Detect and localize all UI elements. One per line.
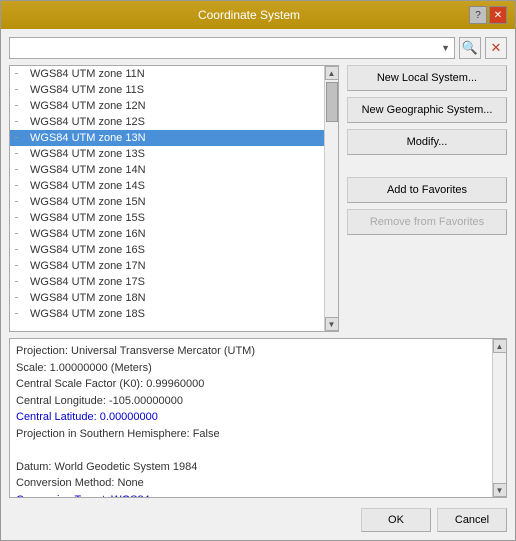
scroll-up-button[interactable]: ▲	[325, 66, 339, 80]
cancel-button[interactable]: Cancel	[437, 508, 507, 532]
info-scroll-down-button[interactable]: ▼	[493, 483, 507, 497]
list-panel: WGS84 UTM zone 11NWGS84 UTM zone 11SWGS8…	[9, 65, 339, 332]
list-item[interactable]: WGS84 UTM zone 14N	[10, 162, 324, 178]
dialog-title: Coordinate System	[29, 8, 469, 22]
list-item[interactable]: WGS84 UTM zone 11N	[10, 66, 324, 82]
list-item[interactable]: WGS84 UTM zone 14S	[10, 178, 324, 194]
search-button[interactable]: 🔍	[459, 37, 481, 59]
main-row: WGS84 UTM zone 11NWGS84 UTM zone 11SWGS8…	[9, 65, 507, 332]
info-scrollbar[interactable]: ▲ ▼	[492, 339, 506, 497]
new-local-button[interactable]: New Local System...	[347, 65, 507, 91]
footer-buttons: OK Cancel	[9, 504, 507, 532]
button-spacer	[347, 161, 507, 171]
info-line: Conversion Target: WGS84	[16, 492, 486, 498]
add-favorites-button[interactable]: Add to Favorites	[347, 177, 507, 203]
remove-favorites-button[interactable]: Remove from Favorites	[347, 209, 507, 235]
list-item[interactable]: WGS84 UTM zone 18S	[10, 306, 324, 322]
list-item[interactable]: WGS84 UTM zone 11S	[10, 82, 324, 98]
list-item[interactable]: WGS84 UTM zone 16S	[10, 242, 324, 258]
new-geographic-button[interactable]: New Geographic System...	[347, 97, 507, 123]
info-scroll-up-button[interactable]: ▲	[493, 339, 507, 353]
list-item[interactable]: WGS84 UTM zone 18N	[10, 290, 324, 306]
info-panel: Projection: Universal Transverse Mercato…	[9, 338, 507, 498]
info-line	[16, 442, 486, 459]
info-line: Scale: 1.00000000 (Meters)	[16, 360, 486, 377]
info-line: Conversion Method: None	[16, 475, 486, 492]
scroll-thumb[interactable]	[326, 82, 338, 122]
combo-value	[14, 42, 17, 54]
info-line: Central Latitude: 0.00000000	[16, 409, 486, 426]
window-controls: ? ✕	[469, 6, 507, 24]
combo-arrow-icon: ▼	[441, 43, 450, 53]
list-item[interactable]: WGS84 UTM zone 17S	[10, 274, 324, 290]
list-item[interactable]: WGS84 UTM zone 13N	[10, 130, 324, 146]
list-item[interactable]: WGS84 UTM zone 15S	[10, 210, 324, 226]
search-icon: 🔍	[462, 40, 478, 56]
search-combo[interactable]: ▼	[9, 37, 455, 59]
title-bar: Coordinate System ? ✕	[1, 1, 515, 29]
close-button[interactable]: ✕	[489, 6, 507, 24]
list-item[interactable]: WGS84 UTM zone 16N	[10, 226, 324, 242]
filter-button[interactable]: ✕	[485, 37, 507, 59]
coordinate-system-dialog: Coordinate System ? ✕ ▼ 🔍 ✕	[0, 0, 516, 541]
info-line: Datum: World Geodetic System 1984	[16, 459, 486, 476]
list-item[interactable]: WGS84 UTM zone 15N	[10, 194, 324, 210]
window-content: ▼ 🔍 ✕ WGS84 UTM zone 11NWGS84 UTM zone 1…	[1, 29, 515, 540]
help-button[interactable]: ?	[469, 6, 487, 24]
info-line: Central Longitude: -105.00000000	[16, 393, 486, 410]
scroll-down-button[interactable]: ▼	[325, 317, 339, 331]
buttons-panel: New Local System... New Geographic Syste…	[347, 65, 507, 332]
list-scrollbar[interactable]: ▲ ▼	[324, 66, 338, 331]
info-line: Projection: Universal Transverse Mercato…	[16, 343, 486, 360]
list-item[interactable]: WGS84 UTM zone 12S	[10, 114, 324, 130]
list-item[interactable]: WGS84 UTM zone 13S	[10, 146, 324, 162]
modify-button[interactable]: Modify...	[347, 129, 507, 155]
info-line: Projection in Southern Hemisphere: False	[16, 426, 486, 443]
ok-button[interactable]: OK	[361, 508, 431, 532]
list-item[interactable]: WGS84 UTM zone 12N	[10, 98, 324, 114]
info-text: Projection: Universal Transverse Mercato…	[10, 339, 492, 497]
search-row: ▼ 🔍 ✕	[9, 37, 507, 59]
filter-icon: ✕	[491, 40, 502, 56]
list-item[interactable]: WGS84 UTM zone 17N	[10, 258, 324, 274]
coordinate-list[interactable]: WGS84 UTM zone 11NWGS84 UTM zone 11SWGS8…	[10, 66, 324, 331]
info-line: Central Scale Factor (K0): 0.99960000	[16, 376, 486, 393]
